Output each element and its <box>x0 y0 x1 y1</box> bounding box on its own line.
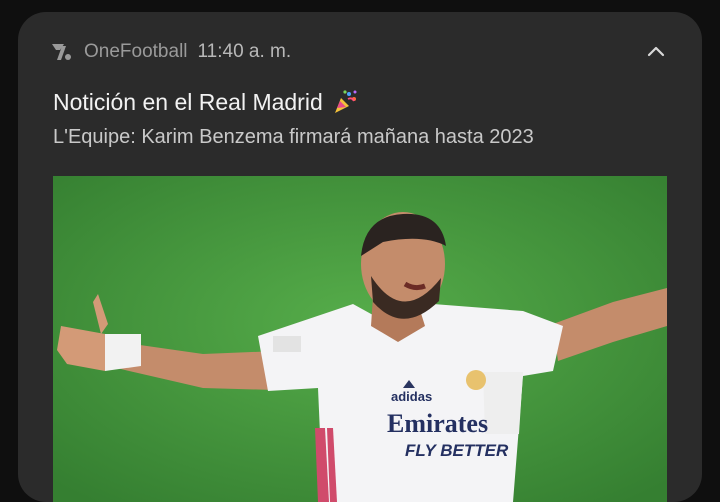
notification-title-text: Notición en el Real Madrid <box>53 88 323 115</box>
player-celebration-illustration: adidas Emirates FLY BETTER <box>53 176 667 502</box>
notification-card[interactable]: OneFootball 11:40 a. m. Notición en el R… <box>18 12 702 502</box>
party-popper-icon <box>334 90 357 113</box>
chevron-up-icon[interactable] <box>644 40 668 64</box>
notification-subtitle: L'Equipe: Karim Benzema firmará mañana h… <box>53 126 534 148</box>
notification-image[interactable]: adidas Emirates FLY BETTER <box>53 176 667 502</box>
notification-time: 11:40 a. m. <box>197 41 292 62</box>
notification-title: Notición en el Real Madrid <box>53 88 359 116</box>
kit-brand-text: adidas <box>391 389 432 404</box>
club-crest-icon <box>466 370 486 390</box>
app-name: OneFootball <box>84 41 188 62</box>
onefootball-logo-icon <box>52 44 71 60</box>
notification-header: OneFootball 11:40 a. m. <box>50 40 291 64</box>
sponsor-line2-text: FLY BETTER <box>405 441 509 460</box>
sponsor-line1-text: Emirates <box>387 409 488 438</box>
league-patch-icon <box>273 336 301 352</box>
